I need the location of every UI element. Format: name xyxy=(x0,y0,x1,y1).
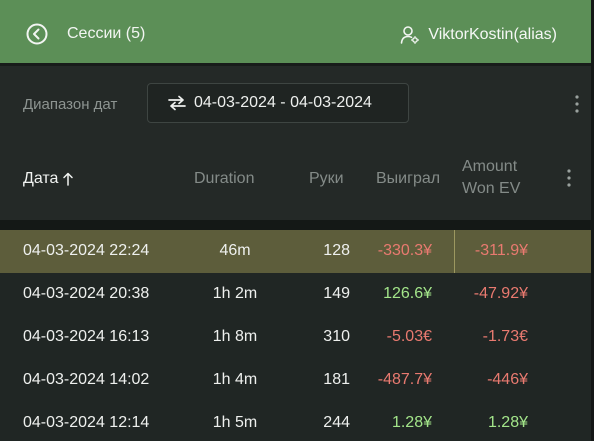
cell-date: 04-03-2024 22:24 xyxy=(23,242,150,259)
cell-date: 04-03-2024 16:13 xyxy=(23,328,150,345)
back-button[interactable] xyxy=(26,23,48,45)
column-header-ev-line1: Amount xyxy=(462,158,518,175)
more-vertical-icon xyxy=(575,95,579,113)
chevron-left-circle-icon xyxy=(26,23,48,45)
column-header-amount-won-ev[interactable]: Amount Won EV xyxy=(462,156,542,200)
filter-more-button[interactable] xyxy=(571,94,583,114)
cell-date: 04-03-2024 14:02 xyxy=(23,371,150,388)
cell-duration: 1h 4m xyxy=(212,371,258,388)
user-name: ViktorKostin(alias) xyxy=(428,26,557,43)
cell-hands: 128 xyxy=(323,242,350,259)
cell-hands: 181 xyxy=(323,371,350,388)
cell-ev: 1.28¥ xyxy=(487,414,528,431)
sessions-panel: Сессии (5) ViktorKostin(alias) Диапазон … xyxy=(0,0,594,441)
cell-won: -330.3¥ xyxy=(377,242,432,259)
table-row[interactable]: 04-03-2024 12:14 1h 5m 244 1.28¥ 1.28¥ xyxy=(0,402,591,441)
cell-duration: 1h 5m xyxy=(212,414,258,431)
cell-ev: -311.9¥ xyxy=(474,242,528,259)
date-range-value: 04-03-2024 - 04-03-2024 xyxy=(194,94,372,111)
date-range-label: Диапазон дат xyxy=(23,96,118,113)
table-row[interactable]: 04-03-2024 14:02 1h 4m 181 -487.7¥ -446¥ xyxy=(0,359,591,402)
cell-won: 1.28¥ xyxy=(391,414,432,431)
cell-duration: 1h 8m xyxy=(212,328,258,345)
sessions-table-body: 04-03-2024 22:24 46m 128 -330.3¥ -311.9¥… xyxy=(0,230,591,441)
swap-arrows-icon xyxy=(168,95,186,111)
table-row[interactable]: 04-03-2024 22:24 46m 128 -330.3¥ -311.9¥ xyxy=(0,230,591,273)
cell-won: -487.7¥ xyxy=(377,371,432,388)
column-header-won[interactable]: Выиграл xyxy=(376,170,440,188)
cell-date: 04-03-2024 12:14 xyxy=(23,414,150,431)
column-header-hands[interactable]: Руки xyxy=(309,170,344,188)
date-range-picker[interactable]: 04-03-2024 - 04-03-2024 xyxy=(147,83,409,123)
cell-ev: -446¥ xyxy=(487,371,528,388)
table-header: Дата Duration Руки Выиграл Amount Won EV xyxy=(0,142,591,220)
arrow-up-icon xyxy=(63,172,74,186)
page-title: Сессии (5) xyxy=(67,25,146,42)
cell-hands: 310 xyxy=(323,328,350,345)
cell-duration: 1h 2m xyxy=(212,285,258,302)
column-header-ev-line2: Won EV xyxy=(462,180,521,197)
cell-ev: -1.73€ xyxy=(482,328,528,345)
more-vertical-icon xyxy=(567,169,571,187)
user-settings-icon xyxy=(401,26,420,44)
header-bar: Сессии (5) ViktorKostin(alias) xyxy=(0,0,591,66)
user-account-button[interactable]: ViktorKostin(alias) xyxy=(400,23,557,47)
cell-date: 04-03-2024 20:38 xyxy=(23,285,150,302)
cell-hands: 149 xyxy=(323,285,350,302)
cell-won: 126.6¥ xyxy=(383,285,432,302)
table-row[interactable]: 04-03-2024 20:38 1h 2m 149 126.6¥ -47.92… xyxy=(0,273,591,316)
columns-more-button[interactable] xyxy=(563,168,575,188)
cell-duration: 46m xyxy=(219,242,251,259)
table-row[interactable]: 04-03-2024 16:13 1h 8m 310 -5.03€ -1.73€ xyxy=(0,316,591,359)
column-header-date[interactable]: Дата xyxy=(23,170,74,188)
column-header-date-label: Дата xyxy=(23,170,59,187)
column-header-duration[interactable]: Duration xyxy=(194,170,254,188)
cell-ev: -47.92¥ xyxy=(473,285,528,302)
cell-won: -5.03€ xyxy=(386,328,432,345)
cell-hands: 244 xyxy=(323,414,350,431)
header-separator xyxy=(0,220,591,230)
filter-bar: Диапазон дат 04-03-2024 - 04-03-2024 xyxy=(0,66,591,142)
